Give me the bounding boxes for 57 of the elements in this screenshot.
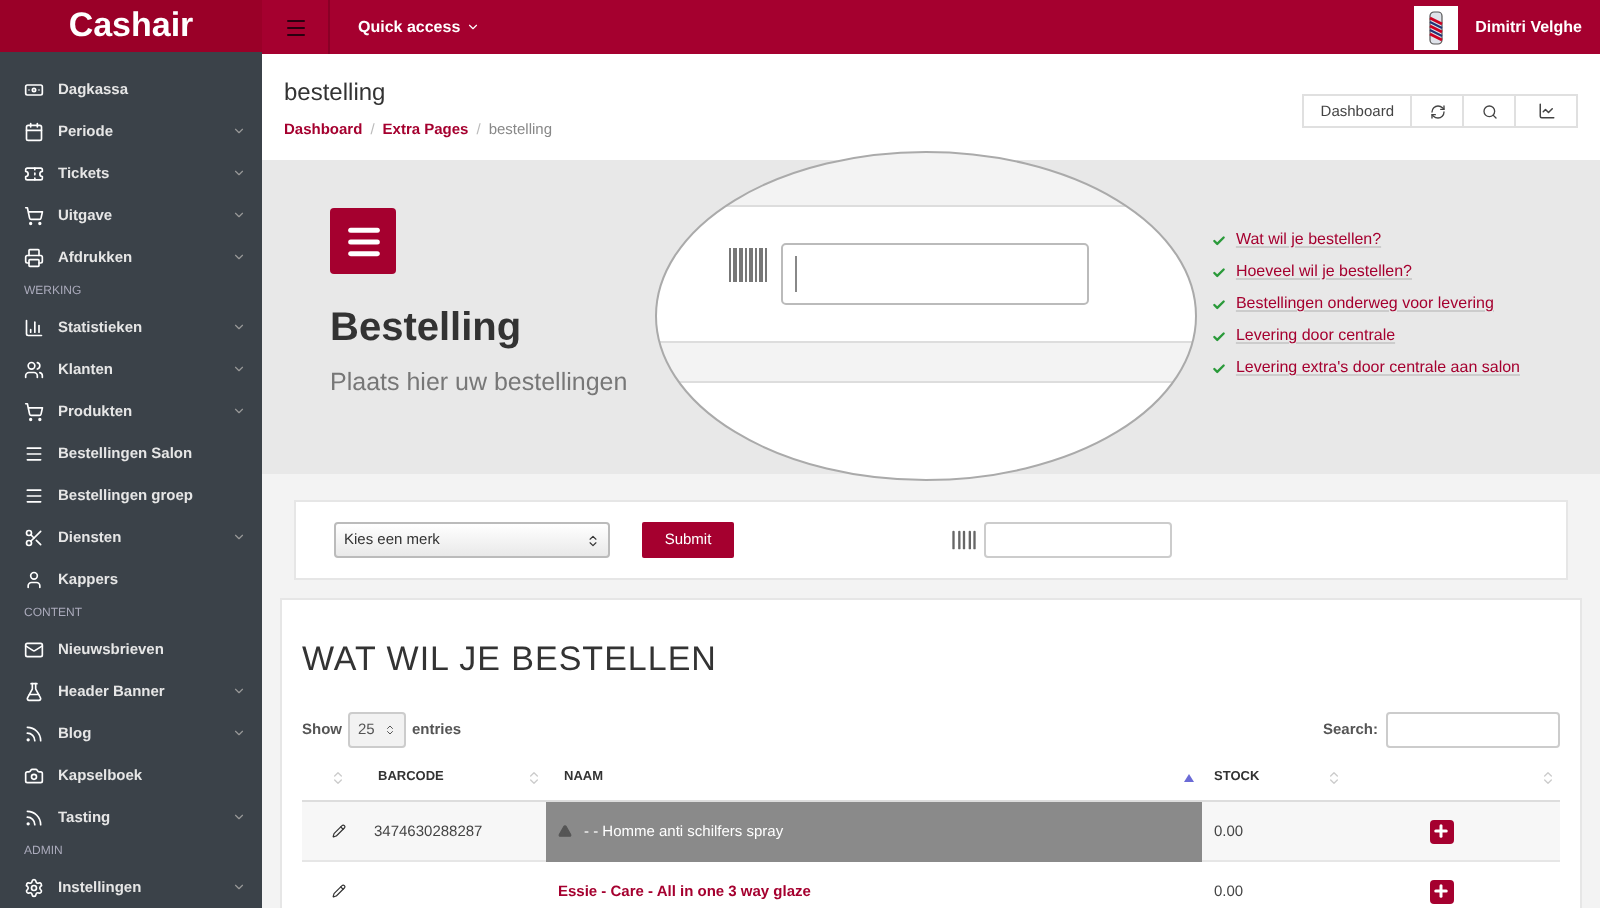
- cart-icon: [24, 401, 44, 421]
- banknote-icon: [24, 79, 44, 99]
- menu-icon: [283, 15, 307, 39]
- bar-chart-icon: [24, 317, 44, 337]
- line-chart-icon: [1537, 102, 1555, 120]
- rss-icon: [24, 807, 44, 827]
- calendar-icon: [24, 121, 44, 141]
- search-field[interactable]: [1386, 712, 1560, 748]
- ticket-icon: [24, 163, 44, 183]
- checklist-link[interactable]: Levering door centrale: [1235, 324, 1396, 348]
- check-icon: [1211, 233, 1226, 247]
- check-icon: [1211, 265, 1226, 279]
- refresh-icon: [1429, 103, 1445, 119]
- search-button[interactable]: [1464, 94, 1516, 128]
- select-arrows-icon: [586, 533, 600, 547]
- add-button[interactable]: [1429, 819, 1453, 843]
- page-title: bestelling: [284, 75, 388, 110]
- printer-icon: [24, 247, 44, 267]
- sort-ascending-icon[interactable]: [1184, 773, 1194, 781]
- checklist-link[interactable]: Bestellingen onderweg voor levering: [1235, 292, 1494, 316]
- barcode-icon: [950, 526, 978, 554]
- list-icon: [24, 443, 44, 463]
- check-icon: [1211, 329, 1226, 343]
- camera-icon: [24, 765, 44, 785]
- flask-icon: [24, 681, 44, 701]
- table-title: WAT WIL JE BESTELLEN: [302, 640, 719, 680]
- caret-icon: [466, 20, 481, 34]
- barcode-input[interactable]: [984, 522, 1172, 558]
- check-icon: [1211, 297, 1226, 311]
- brand-logo[interactable]: Cashair: [0, 0, 262, 52]
- checklist-link[interactable]: Wat wil je bestellen?: [1235, 228, 1382, 252]
- plus-icon: [1432, 822, 1450, 840]
- user-name[interactable]: Dimitri Velghe: [1475, 15, 1582, 39]
- edit-icon[interactable]: [331, 824, 345, 838]
- users-icon: [24, 359, 44, 379]
- check-icon: [1211, 361, 1226, 375]
- cart-icon: [24, 205, 44, 225]
- add-button[interactable]: [1429, 879, 1453, 903]
- list-icon: [330, 208, 396, 274]
- checklist-link[interactable]: Hoeveel wil je bestellen?: [1235, 260, 1412, 284]
- refresh-button[interactable]: [1412, 94, 1464, 128]
- gear-icon: [24, 877, 44, 897]
- search-icon: [1481, 103, 1497, 119]
- hero-title: Bestelling: [330, 304, 524, 354]
- hero-subtitle: Plaats hier uw bestellingen: [330, 366, 630, 400]
- edit-icon[interactable]: [331, 884, 345, 898]
- warning-icon: [558, 824, 572, 838]
- quick-access-menu[interactable]: Quick access: [358, 15, 481, 39]
- plus-icon: [1432, 882, 1450, 900]
- list-icon: [24, 485, 44, 505]
- scissors-icon: [24, 527, 44, 547]
- checklist-link[interactable]: Levering extra's door centrale aan salon: [1235, 356, 1520, 380]
- rss-icon: [24, 723, 44, 743]
- chart-button[interactable]: [1516, 94, 1578, 128]
- person-icon: [24, 569, 44, 589]
- mail-icon: [24, 639, 44, 659]
- avatar[interactable]: [1413, 5, 1458, 49]
